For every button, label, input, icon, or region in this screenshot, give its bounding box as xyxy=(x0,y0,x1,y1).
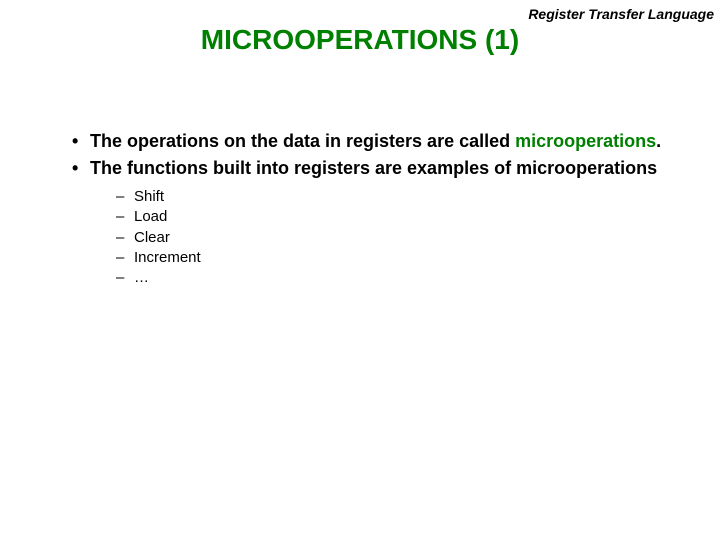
sub-bullet-item: – Shift xyxy=(116,187,672,207)
topic-label: Register Transfer Language xyxy=(528,6,714,22)
slide-title: MICROOPERATIONS (1) xyxy=(0,24,720,56)
slide-body: • The operations on the data in register… xyxy=(72,130,672,288)
sub-bullet-text: Increment xyxy=(134,248,672,268)
sub-bullet-marker: – xyxy=(116,228,134,248)
sub-bullet-text: Shift xyxy=(134,187,672,207)
sub-bullet-item: – … xyxy=(116,268,672,288)
sub-bullet-item: – Increment xyxy=(116,248,672,268)
sub-bullet-text: … xyxy=(134,268,672,288)
bullet-text: The functions built into registers are e… xyxy=(90,157,672,180)
text-fragment: . xyxy=(656,131,661,151)
sub-bullet-marker: – xyxy=(116,187,134,207)
sub-bullet-text: Load xyxy=(134,207,672,227)
bullet-marker: • xyxy=(72,130,90,153)
sub-bullet-marker: – xyxy=(116,268,134,288)
bullet-marker: • xyxy=(72,157,90,180)
sub-bullet-text: Clear xyxy=(134,228,672,248)
sub-bullet-marker: – xyxy=(116,248,134,268)
bullet-text: The operations on the data in registers … xyxy=(90,130,672,153)
slide: Register Transfer Language MICROOPERATIO… xyxy=(0,0,720,540)
bullet-item: • The functions built into registers are… xyxy=(72,157,672,180)
sub-bullet-list: – Shift – Load – Clear – Increment – … xyxy=(116,187,672,288)
keyword-highlight: microoperations xyxy=(515,131,656,151)
sub-bullet-item: – Load xyxy=(116,207,672,227)
sub-bullet-item: – Clear xyxy=(116,228,672,248)
text-fragment: The operations on the data in registers … xyxy=(90,131,515,151)
bullet-item: • The operations on the data in register… xyxy=(72,130,672,153)
sub-bullet-marker: – xyxy=(116,207,134,227)
